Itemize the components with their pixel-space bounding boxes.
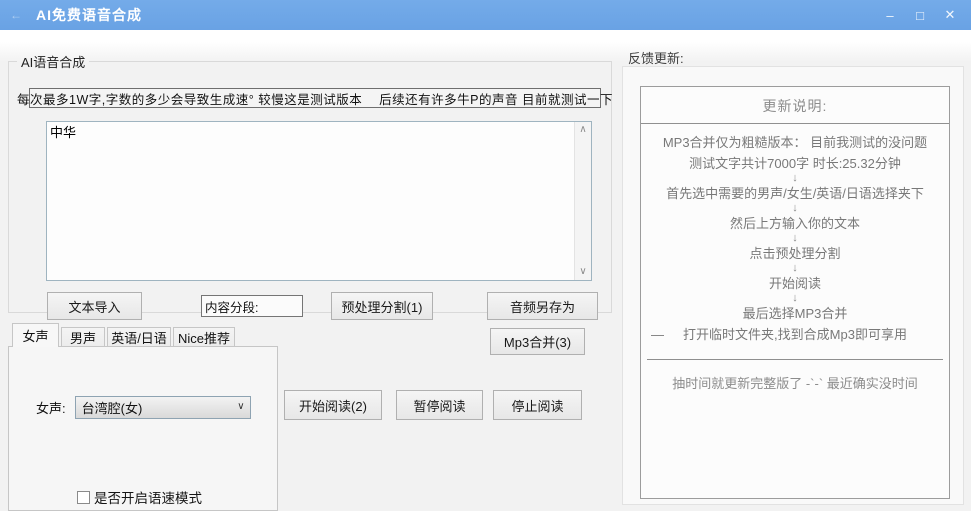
notice-banner: 每次最多1W字,字数的多少会导致生成速° 较慢这是测试版本 后续还有许多牛P的声… bbox=[29, 88, 601, 108]
step-line-with-dash: — 打开临时文件夹,找到合成Mp3即可享用 bbox=[641, 324, 949, 345]
segment-count-input[interactable]: 内容分段: bbox=[201, 295, 303, 317]
text-input-value[interactable]: 中华 bbox=[50, 124, 571, 278]
tab-nice-recommend[interactable]: Nice推荐 bbox=[173, 327, 235, 347]
voice-tab-panel: 女声: 台湾腔(女) ∨ 是否开启语速模式 bbox=[8, 346, 278, 511]
title-divider bbox=[641, 123, 949, 124]
update-notes-box: 更新说明: MP3合并仅为粗糙版本： 目前我测试的没问题 测试文字共计7000字… bbox=[640, 86, 950, 499]
close-button[interactable]: ✕ bbox=[935, 0, 965, 30]
dash-mark: — bbox=[651, 324, 664, 345]
feedback-label: 反馈更新: bbox=[628, 48, 684, 67]
speed-mode-label: 是否开启语速模式 bbox=[94, 487, 202, 507]
update-notes-title: 更新说明: bbox=[641, 96, 949, 116]
save-audio-button[interactable]: 音频另存为 bbox=[487, 292, 598, 320]
import-text-button[interactable]: 文本导入 bbox=[47, 292, 142, 320]
window-title: AI免费语音合成 bbox=[36, 5, 142, 25]
female-voice-label: 女声: bbox=[36, 398, 66, 417]
speed-mode-checkbox[interactable] bbox=[77, 491, 90, 504]
section-divider bbox=[647, 359, 943, 360]
stop-reading-button[interactable]: 停止阅读 bbox=[493, 390, 582, 420]
chevron-down-icon[interactable]: ∨ bbox=[237, 401, 244, 412]
textarea-scrollbar[interactable]: ∧ ∨ bbox=[574, 122, 591, 280]
voice-selected-value: 台湾腔(女) bbox=[82, 398, 143, 417]
step-line: 测试文字共计7000字 时长:25.32分钟 bbox=[689, 153, 901, 174]
minimize-button[interactable]: – bbox=[875, 0, 905, 30]
app-icon: ← bbox=[10, 8, 22, 22]
down-arrow-icon: ↓ bbox=[792, 264, 798, 273]
pause-reading-button[interactable]: 暂停阅读 bbox=[396, 390, 483, 420]
step-line: 然后上方输入你的文本 bbox=[730, 213, 860, 234]
feedback-panel: 更新说明: MP3合并仅为粗糙版本： 目前我测试的没问题 测试文字共计7000字… bbox=[622, 66, 964, 505]
footer-note: 抽时间就更新完整版了 -`-` 最近确实没时间 bbox=[641, 373, 949, 392]
scroll-up-icon[interactable]: ∧ bbox=[575, 123, 591, 137]
step-line: MP3合并仅为粗糙版本： 目前我测试的没问题 bbox=[663, 132, 927, 153]
down-arrow-icon: ↓ bbox=[792, 204, 798, 213]
preprocess-split-button[interactable]: 预处理分割(1) bbox=[331, 292, 433, 320]
start-reading-button[interactable]: 开始阅读(2) bbox=[284, 390, 382, 420]
scroll-down-icon[interactable]: ∨ bbox=[575, 265, 591, 279]
synth-groupbox: AI语音合成 每次最多1W字,字数的多少会导致生成速° 较慢这是测试版本 后续还… bbox=[8, 52, 612, 313]
maximize-button[interactable]: □ bbox=[905, 0, 935, 30]
step-line: 最后选择MP3合并 bbox=[743, 303, 848, 324]
speed-mode-row: 是否开启语速模式 bbox=[77, 487, 202, 507]
text-input-area[interactable]: 中华 ∧ ∨ bbox=[46, 121, 592, 281]
step-line: 打开临时文件夹,找到合成Mp3即可享用 bbox=[683, 327, 907, 342]
mp3-merge-button[interactable]: Mp3合并(3) bbox=[490, 328, 585, 355]
synth-group-label: AI语音合成 bbox=[17, 52, 89, 71]
titlebar: ← AI免费语音合成 – □ ✕ bbox=[0, 0, 971, 30]
down-arrow-icon: ↓ bbox=[792, 294, 798, 303]
voice-select[interactable]: 台湾腔(女) ∨ bbox=[75, 396, 251, 419]
tab-female-voice[interactable]: 女声 bbox=[12, 323, 59, 347]
down-arrow-icon: ↓ bbox=[792, 174, 798, 183]
step-line: 首先选中需要的男声/女生/英语/日语选择夹下 bbox=[666, 183, 924, 204]
down-arrow-icon: ↓ bbox=[792, 234, 798, 243]
update-steps: MP3合并仅为粗糙版本： 目前我测试的没问题 测试文字共计7000字 时长:25… bbox=[641, 132, 949, 345]
tab-english-japanese[interactable]: 英语/日语 bbox=[107, 327, 171, 347]
step-line: 点击预处理分割 bbox=[749, 243, 840, 264]
window-controls: – □ ✕ bbox=[875, 0, 971, 30]
step-line: 开始阅读 bbox=[769, 273, 821, 294]
voice-select-row: 女声: 台湾腔(女) ∨ bbox=[36, 396, 251, 419]
tab-male-voice[interactable]: 男声 bbox=[61, 327, 105, 347]
